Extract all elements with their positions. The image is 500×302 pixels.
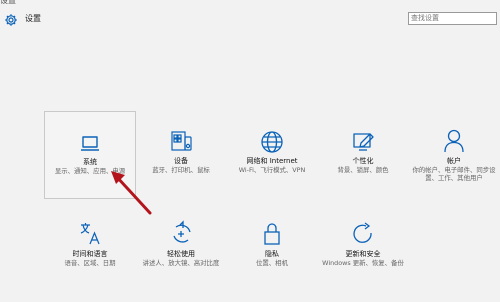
tile-update-security[interactable]: 更新和安全 Windows 更新、恢复、备份 bbox=[317, 210, 409, 298]
window-title: 设置 bbox=[0, 0, 16, 5]
gear-icon bbox=[4, 12, 18, 26]
tile-devices[interactable]: 设备 蓝牙、打印机、鼠标 bbox=[135, 111, 227, 199]
tile-privacy[interactable]: 隐私 位置、相机 bbox=[226, 210, 318, 298]
tile-label: 隐私 bbox=[265, 250, 279, 258]
tile-label: 网络和 Internet bbox=[246, 157, 298, 165]
tile-label: 帐户 bbox=[447, 157, 461, 165]
lock-icon bbox=[226, 220, 318, 246]
tile-description: 显示、通知、应用、电源 bbox=[54, 167, 126, 175]
language-icon bbox=[44, 220, 136, 246]
pen-monitor-icon bbox=[317, 129, 409, 155]
tile-description: 蓝牙、打印机、鼠标 bbox=[152, 166, 210, 174]
tile-description: Windows 更新、恢复、备份 bbox=[322, 259, 404, 267]
devices-icon bbox=[135, 128, 227, 154]
tile-description: 语音、区域、日期 bbox=[64, 259, 116, 267]
user-icon bbox=[410, 127, 498, 153]
tile-ease-of-access[interactable]: 轻松使用 讲述人、放大镜、高对比度 bbox=[135, 210, 227, 298]
tile-label: 时间和语言 bbox=[72, 250, 108, 258]
laptop-icon bbox=[45, 131, 135, 157]
tile-time-language[interactable]: 时间和语言 语音、区域、日期 bbox=[44, 210, 136, 298]
tile-description: 你的帐户、电子邮件、同步设置、工作、其他用户 bbox=[412, 166, 496, 182]
tile-accounts[interactable]: 帐户 你的帐户、电子邮件、同步设置、工作、其他用户 bbox=[410, 111, 498, 199]
tile-label: 更新和安全 bbox=[345, 250, 381, 258]
tile-description: 讲述人、放大镜、高对比度 bbox=[142, 259, 220, 267]
page-title: 设置 bbox=[25, 14, 41, 23]
tile-label: 个性化 bbox=[352, 157, 374, 165]
tile-network-internet[interactable]: 网络和 Internet Wi-Fi、飞行模式、VPN bbox=[226, 111, 318, 199]
tile-description: 背景、锁屏、颜色 bbox=[337, 166, 389, 174]
tile-label: 系统 bbox=[83, 158, 97, 166]
tile-system[interactable]: 系统 显示、通知、应用、电源 bbox=[44, 111, 136, 199]
globe-icon bbox=[226, 128, 318, 154]
refresh-icon bbox=[317, 220, 409, 246]
tile-label: 轻松使用 bbox=[167, 250, 195, 258]
tile-description: Wi-Fi、飞行模式、VPN bbox=[238, 166, 306, 174]
tile-personalization[interactable]: 个性化 背景、锁屏、颜色 bbox=[317, 111, 409, 199]
ease-of-access-icon bbox=[135, 220, 227, 246]
tile-label: 设备 bbox=[174, 157, 188, 165]
tile-description: 位置、相机 bbox=[256, 259, 288, 267]
search-input[interactable] bbox=[408, 12, 497, 25]
